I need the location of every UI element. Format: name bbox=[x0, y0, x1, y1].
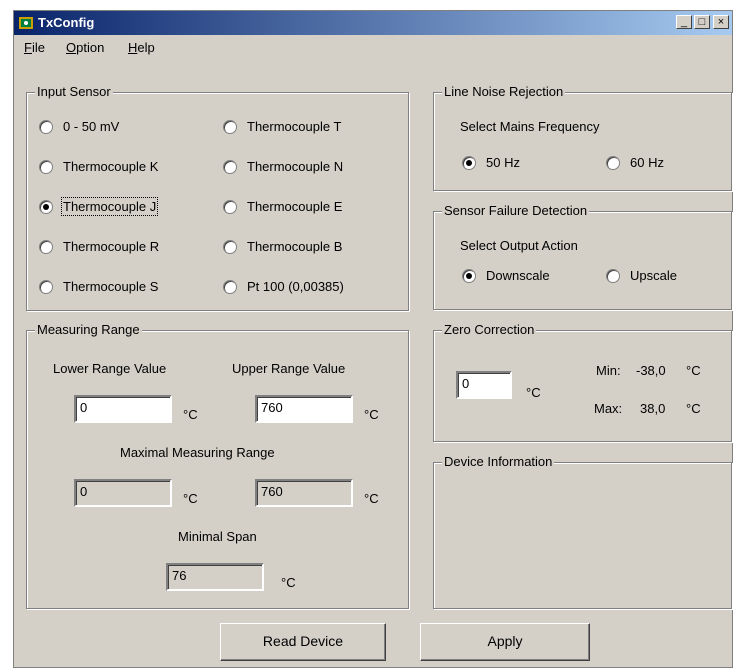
window-title: TxConfig bbox=[38, 15, 95, 30]
radio-circle-selected bbox=[462, 155, 476, 170]
radio-circle-selected bbox=[39, 199, 53, 214]
max-lower-field: 0 bbox=[74, 479, 172, 507]
radio-circle bbox=[223, 279, 237, 294]
min-label: Min: bbox=[596, 363, 621, 378]
upper-range-label: Upper Range Value bbox=[232, 361, 346, 376]
radio-thermocouple-b[interactable]: Thermocouple B bbox=[223, 239, 342, 254]
output-action-caption: Select Output Action bbox=[460, 238, 578, 253]
minimal-span-unit: °C bbox=[281, 575, 296, 590]
menu-bar: File Option Help bbox=[14, 37, 732, 59]
mains-frequency-caption: Select Mains Frequency bbox=[460, 119, 600, 134]
zero-correction-label: Zero Correction bbox=[442, 322, 537, 338]
max-label: Max: bbox=[594, 401, 623, 416]
radio-0-50mv[interactable]: 0 - 50 mV bbox=[39, 119, 119, 134]
radio-50hz[interactable]: 50 Hz bbox=[462, 155, 520, 170]
max-value: 38,0 bbox=[640, 401, 666, 416]
menu-option[interactable]: Option bbox=[66, 40, 104, 55]
menu-help[interactable]: Help bbox=[128, 40, 155, 55]
radio-circle bbox=[223, 119, 237, 134]
lower-range-label: Lower Range Value bbox=[53, 361, 167, 376]
min-value: -38,0 bbox=[636, 363, 666, 378]
device-information-group: Device Information bbox=[433, 454, 732, 609]
sensor-failure-group: Sensor Failure Detection Select Output A… bbox=[433, 203, 732, 310]
min-unit: °C bbox=[686, 363, 701, 378]
radio-thermocouple-r[interactable]: Thermocouple R bbox=[39, 239, 159, 254]
radio-thermocouple-k[interactable]: Thermocouple K bbox=[39, 159, 158, 174]
close-icon: × bbox=[717, 16, 725, 28]
radio-circle-selected bbox=[462, 268, 476, 283]
zero-correction-input[interactable]: 0 bbox=[456, 371, 512, 399]
radio-thermocouple-j[interactable]: Thermocouple J bbox=[39, 197, 159, 216]
radio-thermocouple-e[interactable]: Thermocouple E bbox=[223, 199, 342, 214]
line-noise-group: Line Noise Rejection Select Mains Freque… bbox=[433, 84, 732, 191]
measuring-range-label: Measuring Range bbox=[35, 322, 142, 338]
radio-circle bbox=[39, 239, 53, 254]
max-upper-field: 760 bbox=[255, 479, 353, 507]
max-unit: °C bbox=[686, 401, 701, 416]
radio-thermocouple-s[interactable]: Thermocouple S bbox=[39, 279, 158, 294]
radio-circle bbox=[39, 159, 53, 174]
radio-upscale[interactable]: Upscale bbox=[606, 268, 677, 283]
device-information-label: Device Information bbox=[442, 454, 555, 470]
max-upper-unit: °C bbox=[364, 491, 379, 506]
minimal-span-label: Minimal Span bbox=[178, 529, 257, 544]
lower-range-input[interactable]: 0 bbox=[74, 395, 172, 423]
maximize-icon: □ bbox=[698, 16, 706, 28]
radio-circle bbox=[39, 119, 53, 134]
max-lower-unit: °C bbox=[183, 491, 198, 506]
zero-correction-unit: °C bbox=[526, 385, 541, 400]
input-sensor-label: Input Sensor bbox=[35, 84, 113, 100]
zero-correction-group: Zero Correction 0 °C Min: -38,0 °C Max: … bbox=[433, 322, 732, 442]
apply-button[interactable]: Apply bbox=[420, 623, 590, 661]
lower-range-unit: °C bbox=[183, 407, 198, 422]
radio-circle bbox=[39, 279, 53, 294]
txconfig-window: TxConfig _ □ × File Option Help Input Se… bbox=[13, 10, 733, 668]
minimize-icon: _ bbox=[680, 16, 688, 28]
input-sensor-group: Input Sensor 0 - 50 mV Thermocouple T Th… bbox=[26, 84, 409, 311]
app-icon bbox=[19, 17, 33, 29]
sensor-failure-label: Sensor Failure Detection bbox=[442, 203, 590, 219]
radio-pt100[interactable]: Pt 100 (0,00385) bbox=[223, 279, 344, 294]
radio-downscale[interactable]: Downscale bbox=[462, 268, 550, 283]
minimal-span-field: 76 bbox=[166, 563, 264, 591]
radio-60hz[interactable]: 60 Hz bbox=[606, 155, 664, 170]
radio-circle bbox=[223, 199, 237, 214]
menu-file[interactable]: File bbox=[24, 40, 45, 55]
minimize-button[interactable]: _ bbox=[676, 15, 692, 29]
radio-thermocouple-t[interactable]: Thermocouple T bbox=[223, 119, 341, 134]
title-bar[interactable]: TxConfig _ □ × bbox=[14, 11, 732, 35]
close-button[interactable]: × bbox=[713, 15, 729, 29]
read-device-button[interactable]: Read Device bbox=[220, 623, 386, 661]
maximize-button[interactable]: □ bbox=[694, 15, 710, 29]
upper-range-unit: °C bbox=[364, 407, 379, 422]
radio-thermocouple-n[interactable]: Thermocouple N bbox=[223, 159, 343, 174]
upper-range-input[interactable]: 760 bbox=[255, 395, 353, 423]
radio-circle bbox=[606, 155, 620, 170]
radio-circle bbox=[223, 159, 237, 174]
maximal-range-label: Maximal Measuring Range bbox=[120, 445, 275, 460]
radio-circle bbox=[223, 239, 237, 254]
measuring-range-group: Measuring Range Lower Range Value Upper … bbox=[26, 322, 409, 609]
line-noise-label: Line Noise Rejection bbox=[442, 84, 566, 100]
radio-circle bbox=[606, 268, 620, 283]
